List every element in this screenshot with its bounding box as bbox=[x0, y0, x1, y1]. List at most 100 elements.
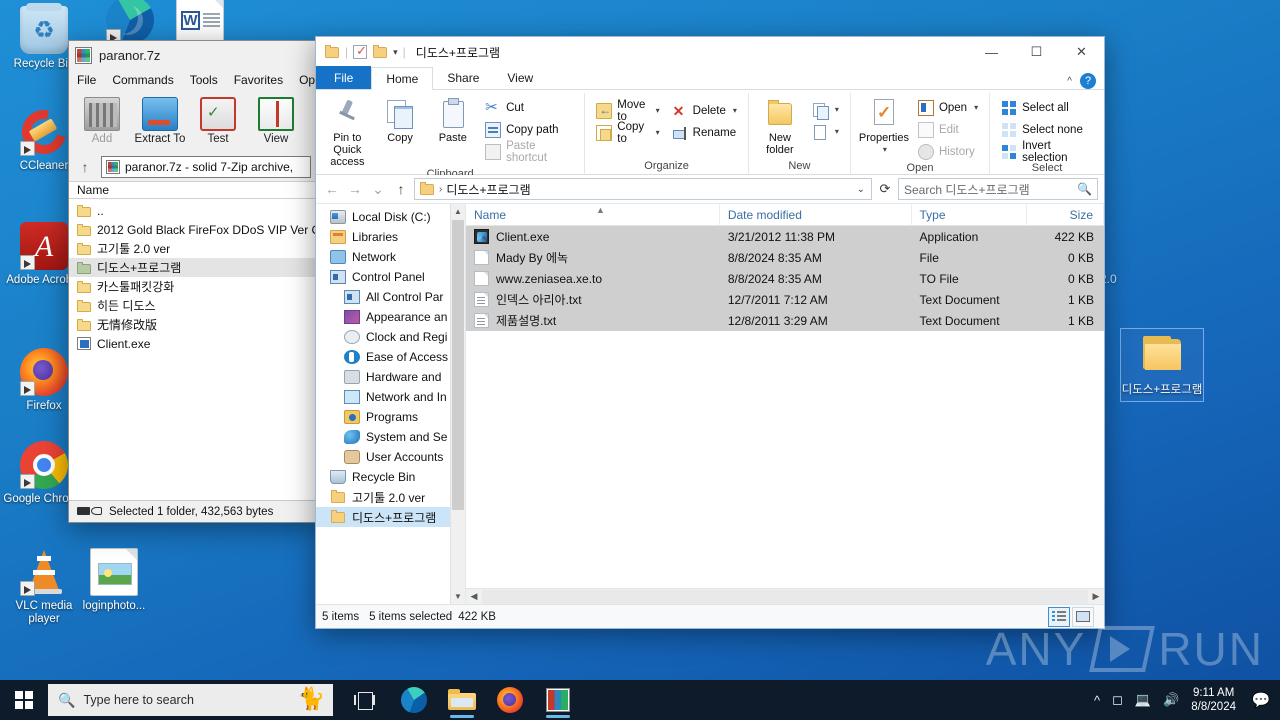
volume-icon[interactable]: 🔊 bbox=[1163, 692, 1179, 708]
ribbon[interactable]: Pin to Quick access Copy Paste Cut bbox=[316, 90, 1104, 180]
chevron-down-icon[interactable]: ▾ bbox=[656, 106, 660, 115]
copy-path-button[interactable]: Copy path bbox=[480, 119, 578, 140]
nav-item-user-accounts[interactable]: User Accounts bbox=[316, 447, 465, 467]
back-button[interactable]: ← bbox=[322, 178, 342, 200]
sevenzip-row[interactable]: 고기툴 2.0 ver bbox=[69, 239, 317, 258]
table-row[interactable]: 제품설명.txt 12/8/2011 3:29 AM Text Document… bbox=[466, 310, 1104, 331]
taskbar-sevenzip-button[interactable] bbox=[535, 680, 581, 720]
large-icons-view-button[interactable] bbox=[1072, 606, 1094, 627]
task-view-button[interactable] bbox=[343, 680, 389, 720]
invert-selection-button[interactable]: Invert selection bbox=[996, 140, 1098, 164]
tab-file[interactable]: File bbox=[316, 66, 372, 89]
address-bar[interactable]: ← → ⌄ ↑ › 디도스+프로그램 ⌄ ⟳ Search 디도스+프로그램 🔍 bbox=[316, 175, 1104, 203]
properties-button[interactable]: ✓ Properties ▾ bbox=[857, 96, 911, 156]
taskbar-file-explorer-button[interactable] bbox=[439, 680, 485, 720]
menu-tools[interactable]: Tools bbox=[190, 73, 218, 87]
chevron-down-icon[interactable]: ▾ bbox=[393, 47, 398, 58]
file-rows[interactable]: Client.exe 3/21/2012 11:38 PM Applicatio… bbox=[466, 226, 1104, 588]
menu-file[interactable]: File bbox=[77, 73, 96, 87]
nav-item-recycle-bin[interactable]: Recycle Bin bbox=[316, 467, 465, 487]
new-item-button[interactable]: ▾ bbox=[807, 99, 844, 120]
navigation-pane[interactable]: Local Disk (C:) Libraries Network Contro… bbox=[316, 204, 466, 604]
sevenzip-toolbar[interactable]: Add Extract To Test View bbox=[69, 91, 317, 153]
history-button[interactable]: History bbox=[913, 141, 983, 162]
close-button[interactable]: ✕ bbox=[1059, 37, 1104, 67]
move-to-button[interactable]: Move to ▾ bbox=[591, 99, 664, 123]
scroll-right-icon[interactable]: ▶ bbox=[1088, 591, 1104, 602]
taskbar[interactable]: 🔍 Type here to search 🐈 ^ ◻ 💻 🔊 9:11 AM … bbox=[0, 680, 1280, 720]
taskbar-buttons[interactable] bbox=[343, 680, 581, 720]
taskbar-search-input[interactable]: 🔍 Type here to search 🐈 bbox=[48, 684, 333, 716]
sevenzip-window[interactable]: paranor.7z File Commands Tools Favorites… bbox=[68, 40, 340, 523]
table-row[interactable]: 인덱스 아리아.txt 12/7/2011 7:12 AM Text Docum… bbox=[466, 289, 1104, 310]
easy-access-button[interactable]: ▾ bbox=[807, 121, 844, 142]
file-list-pane[interactable]: Name Date modified Type Size ▲ Client.ex… bbox=[466, 203, 1104, 604]
tab-share[interactable]: Share bbox=[433, 66, 493, 89]
sevenzip-column-header-name[interactable]: Name bbox=[69, 181, 317, 199]
select-all-button[interactable]: Select all bbox=[996, 97, 1098, 118]
nav-item-hardware[interactable]: Hardware and bbox=[316, 367, 465, 387]
explorer-titlebar[interactable]: | ▾ | 디도스+프로그램 — ☐ ✕ bbox=[316, 37, 1104, 67]
column-header-name[interactable]: Name bbox=[466, 203, 720, 226]
tab-home[interactable]: Home bbox=[371, 67, 434, 90]
maximize-button[interactable]: ☐ bbox=[1014, 37, 1059, 67]
sevenzip-menubar[interactable]: File Commands Tools Favorites Options bbox=[69, 69, 340, 91]
breadcrumb[interactable]: › 디도스+프로그램 ⌄ bbox=[414, 178, 872, 200]
tab-view[interactable]: View bbox=[493, 66, 547, 89]
notification-center-button[interactable]: 💬 bbox=[1248, 680, 1274, 720]
breadcrumb-current[interactable]: 디도스+프로그램 bbox=[446, 181, 530, 198]
cut-button[interactable]: Cut bbox=[480, 97, 578, 118]
up-one-level-icon[interactable]: ↑ bbox=[75, 159, 95, 175]
nav-item-network-internet[interactable]: Network and In bbox=[316, 387, 465, 407]
help-icon[interactable]: ? bbox=[1080, 73, 1096, 89]
start-button[interactable] bbox=[0, 680, 48, 720]
sevenzip-path-row[interactable]: ↑ paranor.7z - solid 7-Zip archive, bbox=[69, 153, 317, 181]
system-tray[interactable]: ^ ◻ 💻 🔊 9:11 AM 8/8/2024 💬 bbox=[1094, 680, 1280, 720]
table-row[interactable]: Mady By 에녹 8/8/2024 8:35 AM File 0 KB bbox=[466, 247, 1104, 268]
clock[interactable]: 9:11 AM 8/8/2024 bbox=[1191, 686, 1236, 714]
copy-to-button[interactable]: Copy to ▾ bbox=[591, 121, 664, 145]
ribbon-tabs[interactable]: File Home Share View ^ ? bbox=[316, 66, 1104, 90]
network-icon[interactable]: 💻 bbox=[1135, 692, 1151, 708]
chevron-down-icon[interactable]: ▾ bbox=[883, 144, 887, 156]
desktop-icon-didoseu-program[interactable]: 디도스+프로그램 bbox=[1120, 328, 1204, 402]
scrollbar-track[interactable] bbox=[482, 589, 1088, 604]
window-controls[interactable]: — ☐ ✕ bbox=[969, 37, 1104, 67]
delete-button[interactable]: Delete ▾ bbox=[667, 100, 742, 121]
nav-item-gogitool[interactable]: 고기툴 2.0 ver bbox=[316, 487, 465, 507]
open-button[interactable]: Open ▾ bbox=[913, 97, 983, 118]
chevron-down-icon[interactable]: ▾ bbox=[733, 106, 737, 115]
sevenzip-row[interactable]: 카스툴패킷강화 bbox=[69, 277, 317, 296]
nav-item-system-security[interactable]: System and Se bbox=[316, 427, 465, 447]
table-row[interactable]: Client.exe 3/21/2012 11:38 PM Applicatio… bbox=[466, 226, 1104, 247]
column-headers[interactable]: Name Date modified Type Size ▲ bbox=[466, 203, 1104, 226]
taskbar-firefox-button[interactable] bbox=[487, 680, 533, 720]
nav-item-appearance[interactable]: Appearance an bbox=[316, 307, 465, 327]
chevron-down-icon[interactable]: ▾ bbox=[835, 127, 839, 136]
edit-button[interactable]: Edit bbox=[913, 119, 983, 140]
nav-item-programs[interactable]: Programs bbox=[316, 407, 465, 427]
new-folder-icon[interactable] bbox=[372, 45, 388, 59]
recent-locations-button[interactable]: ⌄ bbox=[368, 178, 388, 200]
sevenzip-path-field[interactable]: paranor.7z - solid 7-Zip archive, bbox=[101, 156, 311, 178]
details-view-button[interactable] bbox=[1048, 606, 1070, 627]
nav-item-all-control-panel[interactable]: All Control Par bbox=[316, 287, 465, 307]
sevenzip-row-selected[interactable]: 디도스+프로그램 bbox=[69, 258, 317, 277]
scroll-up-icon[interactable]: ▲ bbox=[451, 204, 465, 219]
search-input[interactable]: Search 디도스+프로그램 🔍 bbox=[898, 178, 1098, 200]
sevenzip-row[interactable]: Client.exe bbox=[69, 334, 317, 353]
new-folder-button[interactable]: New folder bbox=[755, 96, 805, 156]
screen-record-icon[interactable]: ◻ bbox=[1112, 692, 1123, 708]
sevenzip-titlebar[interactable]: paranor.7z bbox=[69, 41, 317, 69]
scroll-down-icon[interactable]: ▼ bbox=[451, 589, 465, 604]
rename-button[interactable]: Rename bbox=[667, 122, 742, 143]
menu-commands[interactable]: Commands bbox=[112, 73, 173, 87]
properties-icon[interactable] bbox=[353, 43, 368, 59]
column-header-type[interactable]: Type bbox=[912, 203, 1027, 226]
pin-to-quick-access-button[interactable]: Pin to Quick access bbox=[322, 96, 373, 168]
column-header-size[interactable]: Size bbox=[1027, 203, 1104, 226]
sevenzip-row[interactable]: 2012 Gold Black FireFox DDoS VIP Ver Cli… bbox=[69, 220, 317, 239]
navigation-list[interactable]: Local Disk (C:) Libraries Network Contro… bbox=[316, 204, 465, 527]
navigation-scrollbar[interactable]: ▲ ▼ bbox=[450, 204, 465, 604]
chevron-down-icon[interactable]: ▾ bbox=[656, 128, 660, 137]
